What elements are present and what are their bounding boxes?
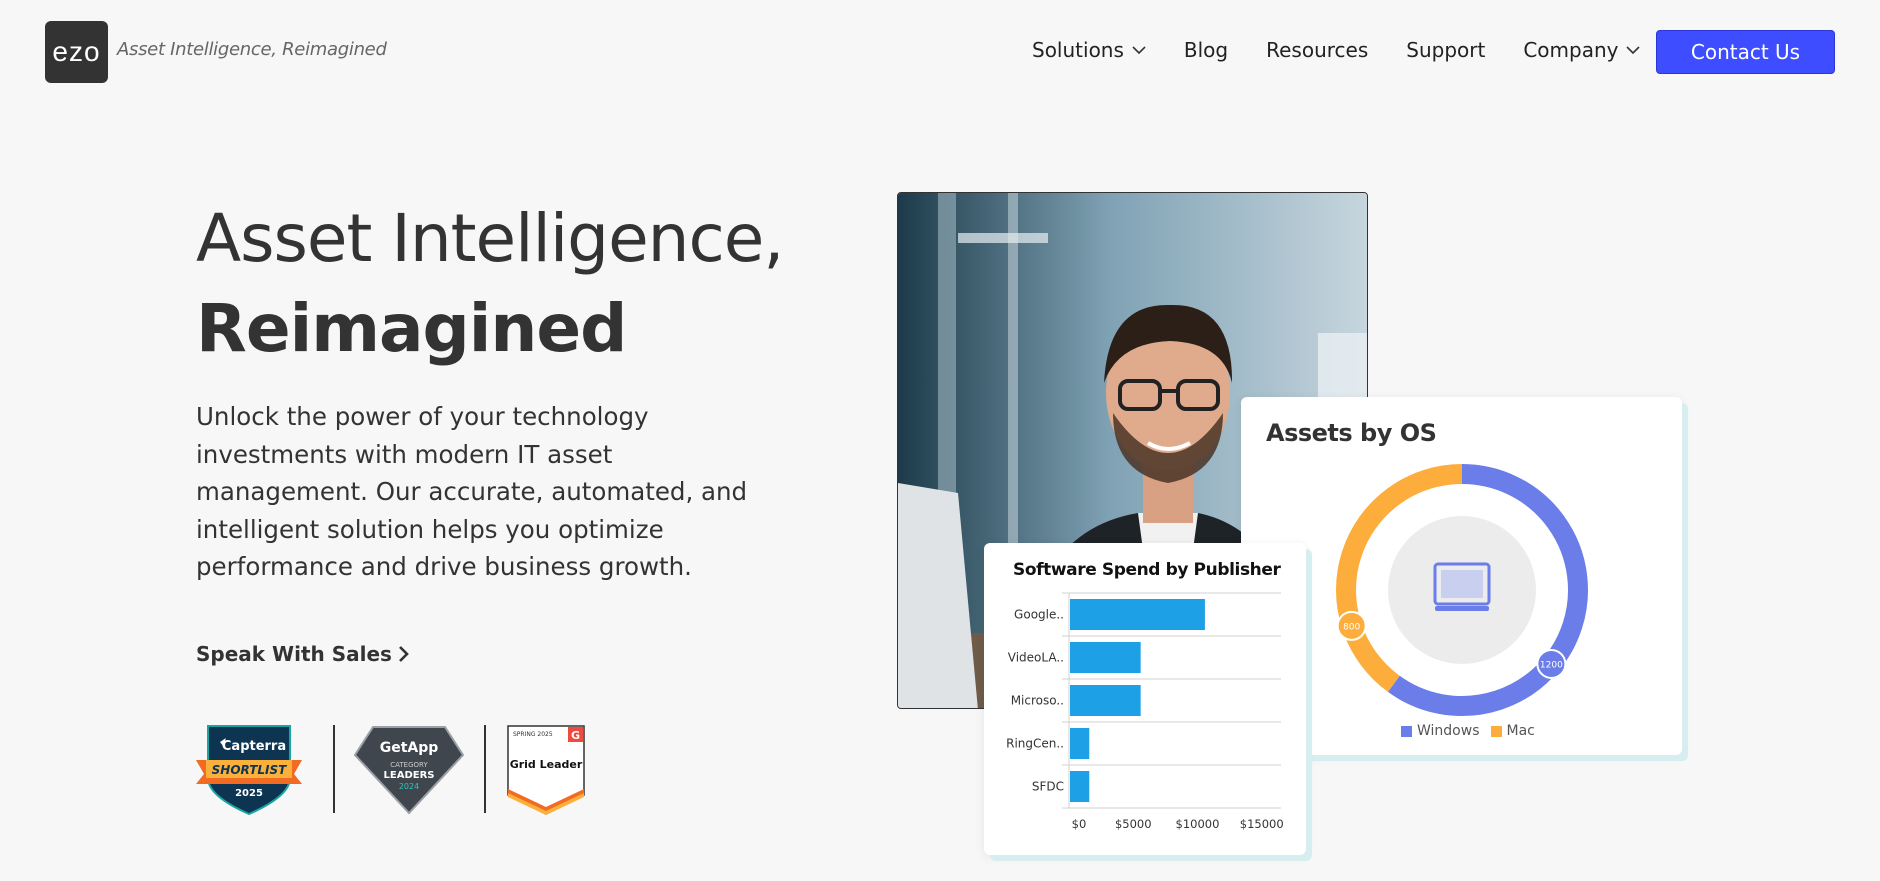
g2-season: SPRING 2025: [513, 731, 553, 738]
nav-solutions-label: Solutions: [1032, 38, 1124, 62]
assets-by-os-donut: 1200 800: [1336, 464, 1588, 716]
capterra-ribbon: SHORTLIST: [212, 763, 288, 777]
donut-data-label-windows: 1200: [1540, 660, 1563, 670]
chevron-right-icon: [399, 646, 409, 662]
capterra-year: 2025: [235, 788, 263, 799]
bar-x-tick-label: $15000: [1240, 817, 1284, 831]
legend-item-mac: Mac: [1490, 723, 1535, 739]
nav-solutions[interactable]: Solutions: [1032, 38, 1146, 62]
getapp-line1: CATEGORY: [390, 761, 428, 769]
nav-resources[interactable]: Resources: [1266, 38, 1368, 62]
nav-support-label: Support: [1406, 38, 1486, 62]
getapp-line2: LEADERS: [384, 770, 435, 781]
bar-google: [1070, 599, 1205, 630]
bar-videola: [1070, 642, 1141, 673]
bar-category-label: VideoLA..: [1008, 651, 1064, 665]
legend-swatch-mac: [1490, 725, 1502, 737]
legend-label-windows: Windows: [1417, 723, 1480, 739]
bar-category-label: RingCen..: [1006, 737, 1064, 751]
software-spend-card: Software Spend by Publisher Google.. Vide…: [984, 543, 1306, 855]
getapp-year: 2024: [399, 782, 419, 791]
contact-us-button[interactable]: Contact Us: [1656, 30, 1835, 74]
software-spend-bar-chart: Google.. VideoLA.. Microso.. RingCen.. SFDC $…: [1006, 592, 1284, 831]
bar-x-tick-label: $10000: [1176, 817, 1220, 831]
assets-by-os-title: Assets by OS: [1266, 419, 1437, 447]
capterra-badge[interactable]: Capterra SHORTLIST 2025: [196, 724, 302, 816]
badge-divider: [484, 725, 486, 813]
legend-item-windows: Windows: [1401, 723, 1480, 739]
getapp-brand: GetApp: [380, 740, 439, 756]
bar-category-label: Microso..: [1011, 694, 1064, 708]
badge-divider: [333, 725, 335, 813]
chevron-down-icon: [1626, 45, 1641, 54]
bar-x-tick-label: $5000: [1115, 817, 1152, 831]
nav-resources-label: Resources: [1266, 38, 1369, 62]
g2-logo: G: [571, 729, 580, 742]
nav-support[interactable]: Support: [1406, 38, 1485, 62]
bar-microso: [1070, 685, 1141, 716]
bar-category-label: Google..: [1014, 608, 1064, 622]
chevron-down-icon: [1132, 45, 1146, 54]
getapp-badge[interactable]: GetApp CATEGORY LEADERS 2024: [353, 725, 465, 815]
hero-title-line1: Asset Intelligence,: [196, 200, 784, 277]
assets-by-os-legend: Windows Mac: [1401, 723, 1546, 739]
software-spend-title: Software Spend by Publisher: [1013, 560, 1281, 580]
legend-swatch-windows: [1401, 725, 1412, 737]
nav-company-label: Company: [1523, 38, 1619, 62]
g2-badge[interactable]: G SPRING 2025 Grid Leader: [507, 725, 585, 815]
legend-label-mac: Mac: [1506, 723, 1535, 739]
bar-ringcen: [1070, 728, 1090, 759]
speak-with-sales-link[interactable]: Speak With Sales: [196, 642, 409, 666]
nav-blog-label: Blog: [1183, 38, 1229, 62]
bar-sfdc: [1070, 771, 1090, 802]
main-nav: Solutions Blog Resources Support Company: [1032, 38, 1678, 62]
bar-x-tick-label: $0: [1072, 817, 1087, 831]
donut-data-label-mac: 800: [1343, 622, 1360, 632]
assets-by-os-card: Assets by OS 1200 800 Windows Mac: [1241, 397, 1682, 755]
laptop-icon: [1433, 562, 1491, 611]
capterra-brand: Capterra: [222, 739, 286, 754]
hero-subtitle: Unlock the power of your technology inve…: [196, 402, 748, 581]
header-tagline: Asset Intelligence, Reimagined: [117, 39, 387, 60]
hero-title-line2: Reimagined: [196, 290, 627, 367]
g2-label: Grid Leader: [510, 758, 583, 771]
nav-blog[interactable]: Blog: [1184, 38, 1228, 62]
nav-company[interactable]: Company: [1523, 38, 1641, 62]
site-header: ezo Asset Intelligence, Reimagined Solut…: [0, 0, 1880, 104]
speak-with-sales-label: Speak With Sales: [196, 642, 392, 666]
ezo-logo[interactable]: ezo: [45, 21, 108, 83]
bar-category-label: SFDC: [1032, 780, 1064, 794]
